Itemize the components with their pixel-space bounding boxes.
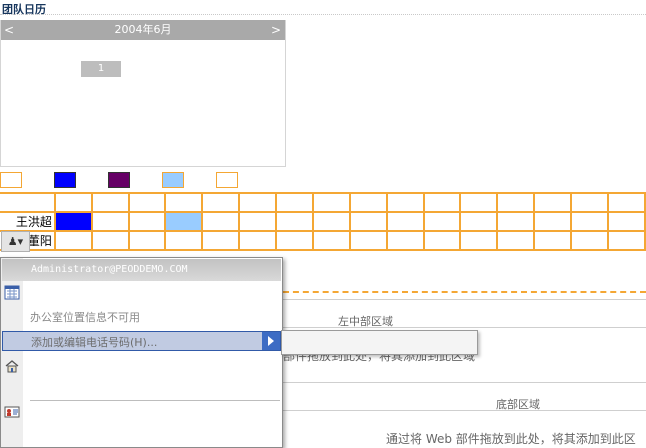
schedule-cell[interactable] — [164, 192, 204, 213]
legend-swatch-busy — [54, 172, 76, 188]
house-icon[interactable] — [4, 358, 20, 374]
legend-swatch-out-of-office — [108, 172, 130, 188]
contact-card-icon[interactable] — [4, 404, 20, 420]
schedule-cell[interactable] — [570, 211, 609, 232]
schedule-cell[interactable] — [385, 211, 425, 232]
schedule-cell[interactable] — [53, 211, 93, 232]
schedule-cell[interactable] — [90, 230, 130, 251]
schedule-cell[interactable] — [422, 211, 462, 232]
schedule-row: 董阳 — [0, 230, 646, 251]
schedule-row — [0, 192, 646, 213]
zone-divider — [283, 382, 646, 383]
schedule-cell[interactable] — [459, 230, 499, 251]
schedule-cell[interactable] — [127, 192, 167, 213]
menu-office-location: 办公室位置信息不可用 — [30, 311, 140, 324]
title-divider — [0, 14, 646, 15]
menu-item-add-phone-label: 添加或编辑电话号码(H)... — [31, 336, 158, 349]
legend-swatch-tentative — [162, 172, 184, 188]
schedule-row-name: 王洪超 — [0, 211, 56, 232]
zone-drop-indicator — [283, 291, 646, 293]
menu-item-add-phone[interactable]: 添加或编辑电话号码(H)... — [2, 331, 281, 351]
schedule-cell[interactable] — [348, 211, 388, 232]
calendar-icon[interactable] — [4, 284, 20, 300]
schedule-cell[interactable] — [90, 211, 130, 232]
schedule-cell[interactable] — [238, 211, 278, 232]
schedule-cell[interactable] — [606, 211, 646, 232]
zone-divider — [283, 410, 646, 411]
schedule-cell[interactable] — [311, 211, 351, 232]
schedule-cell[interactable] — [275, 192, 314, 213]
menu-user-email: Administrator@PEODDEMO.COM — [2, 259, 281, 281]
schedule-cell[interactable] — [422, 230, 462, 251]
schedule-cell[interactable] — [53, 192, 93, 213]
schedule-cell[interactable] — [533, 211, 573, 232]
menu-separator — [30, 400, 280, 401]
schedule-cell[interactable] — [459, 192, 499, 213]
person-presence-icon[interactable]: ♟▾ — [1, 231, 30, 252]
schedule-row-name — [0, 192, 56, 213]
schedule-cell[interactable] — [201, 192, 241, 213]
zone-divider — [283, 327, 646, 328]
schedule-cell[interactable] — [164, 230, 204, 251]
prev-month-button[interactable]: < — [4, 20, 14, 40]
schedule-cell[interactable] — [127, 211, 167, 232]
schedule-row: 王洪超 — [0, 211, 646, 232]
schedule-cell[interactable] — [238, 192, 278, 213]
schedule-cell[interactable] — [496, 192, 536, 213]
schedule-cell[interactable] — [570, 192, 609, 213]
schedule-cell[interactable] — [496, 230, 536, 251]
schedule-cell[interactable] — [385, 192, 425, 213]
team-schedule-grid: 王洪超 董阳 — [0, 192, 646, 251]
schedule-cell[interactable] — [422, 192, 462, 213]
mini-calendar: < 2004年6月 > 1 — [0, 20, 286, 167]
schedule-cell[interactable] — [127, 230, 167, 251]
schedule-cell[interactable] — [385, 230, 425, 251]
schedule-cell[interactable] — [496, 211, 536, 232]
schedule-cell[interactable] — [275, 211, 314, 232]
phone-submenu — [281, 330, 478, 355]
zone-divider — [283, 299, 646, 300]
zone-drop-hint: 通过将 Web 部件拖放到此处，将其添加到此区 — [386, 432, 636, 446]
schedule-cell[interactable] — [311, 192, 351, 213]
schedule-cell[interactable] — [459, 211, 499, 232]
schedule-cell[interactable] — [53, 230, 93, 251]
calendar-month-label: 2004年6月 — [114, 23, 172, 36]
schedule-cell[interactable] — [90, 192, 130, 213]
next-month-button[interactable]: > — [271, 20, 281, 40]
schedule-cell[interactable] — [238, 230, 278, 251]
submenu-arrow-icon — [262, 332, 280, 350]
schedule-cell[interactable] — [201, 211, 241, 232]
schedule-cell[interactable] — [606, 230, 646, 251]
schedule-cell[interactable] — [164, 211, 204, 232]
schedule-cell[interactable] — [606, 192, 646, 213]
schedule-cell[interactable] — [275, 230, 314, 251]
schedule-cell[interactable] — [533, 192, 573, 213]
schedule-cell[interactable] — [348, 192, 388, 213]
schedule-cell[interactable] — [311, 230, 351, 251]
calendar-day-selected[interactable]: 1 — [81, 61, 121, 77]
legend-swatch-no-info — [216, 172, 238, 188]
schedule-cell[interactable] — [348, 230, 388, 251]
schedule-cell[interactable] — [570, 230, 609, 251]
presence-context-menu: Administrator@PEODDEMO.COM 办公室位置信息不可用 添加… — [0, 257, 283, 448]
legend-swatch-free — [0, 172, 22, 188]
schedule-cell[interactable] — [533, 230, 573, 251]
schedule-cell[interactable] — [201, 230, 241, 251]
calendar-header: < 2004年6月 > — [1, 20, 285, 40]
